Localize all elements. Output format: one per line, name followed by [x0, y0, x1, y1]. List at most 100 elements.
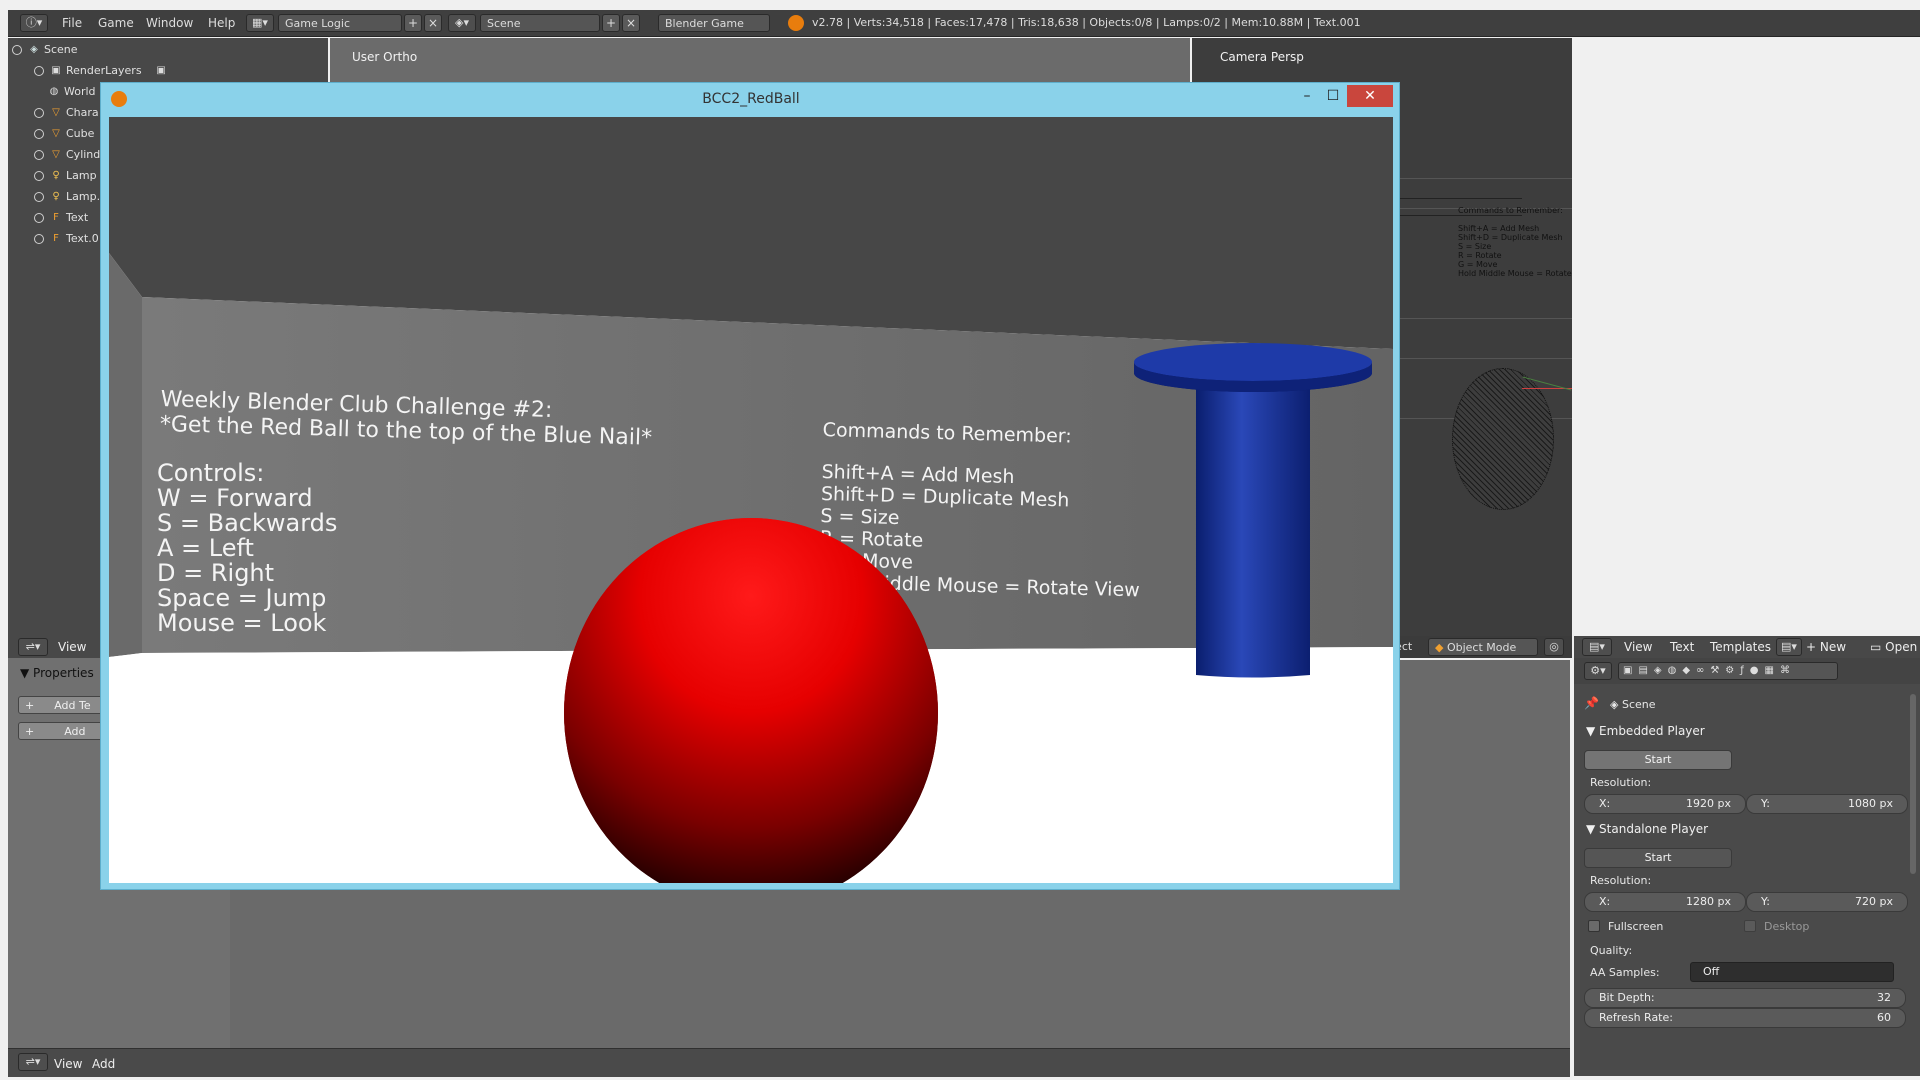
maximize-button[interactable]: ☐: [1321, 85, 1345, 107]
editor-type-icon[interactable]: ⇌▾: [18, 638, 48, 656]
add-scene-button[interactable]: +: [602, 14, 620, 32]
collapse-arrow-icon: ▼: [1586, 724, 1600, 738]
tree-item-object[interactable]: F Text: [34, 208, 88, 228]
editor-type-icon[interactable]: ⚙▾: [1584, 662, 1612, 680]
remove-layout-button[interactable]: ×: [424, 14, 442, 32]
bottom-header: ⇌▾ View Add: [8, 1048, 1570, 1077]
expand-icon[interactable]: [34, 129, 44, 139]
pin-icon[interactable]: 📌: [1584, 696, 1599, 710]
embedded-player-header[interactable]: ▼ Embedded Player: [1586, 724, 1705, 738]
resolution-label: Resolution:: [1590, 874, 1652, 887]
scene-icon[interactable]: ◈▾: [448, 14, 476, 32]
aa-samples-dropdown[interactable]: Off: [1690, 962, 1894, 982]
tree-item-scene[interactable]: ◈ Scene: [12, 40, 78, 60]
tree-item-world[interactable]: ◍ World: [48, 82, 96, 102]
properties-header[interactable]: ▼ Properties: [20, 666, 94, 680]
expand-icon[interactable]: [34, 150, 44, 160]
text-menu[interactable]: Text: [1670, 640, 1694, 654]
expand-icon[interactable]: [34, 108, 44, 118]
quality-label: Quality:: [1590, 944, 1633, 957]
expand-icon[interactable]: [34, 213, 44, 223]
add-menu[interactable]: Add: [92, 1057, 115, 1071]
plus-icon: +: [25, 725, 35, 738]
embedded-res-y-field[interactable]: Y: 1080 px: [1746, 794, 1908, 814]
screen-layout-icon[interactable]: ▦▾: [246, 14, 274, 32]
tree-item-object[interactable]: ▽ Cube: [34, 124, 94, 144]
ball-occluder: [564, 518, 938, 883]
mesh-icon: ▽: [52, 128, 60, 139]
lamp-icon: ♀: [52, 191, 60, 202]
menu-game[interactable]: Game: [98, 16, 134, 30]
open-text-button[interactable]: ▭ Open: [1870, 640, 1917, 654]
aa-samples-label: AA Samples:: [1590, 966, 1660, 979]
expand-icon[interactable]: [34, 192, 44, 202]
expand-icon[interactable]: [12, 45, 22, 55]
folder-icon: ▭: [1870, 640, 1886, 654]
refresh-rate-field[interactable]: Refresh Rate: 60: [1584, 1008, 1906, 1028]
embedded-res-x-field[interactable]: X: 1920 px: [1584, 794, 1746, 814]
mesh-icon: ▽: [52, 107, 60, 118]
expand-icon[interactable]: [34, 234, 44, 244]
menu-window[interactable]: Window: [146, 16, 193, 30]
standalone-player-header[interactable]: ▼ Standalone Player: [1586, 822, 1708, 836]
renderlayers-icon: ▣: [51, 65, 61, 76]
text-browse-icon[interactable]: ▤▾: [1776, 638, 1802, 656]
menu-help[interactable]: Help: [208, 16, 235, 30]
tree-item-object[interactable]: ♀ Lamp.: [34, 187, 100, 207]
mini-commands-text: Commands to Remember: Shift+A = Add Mesh S…: [1458, 206, 1572, 278]
wireframe-sphere: [1452, 368, 1554, 510]
fullscreen-checkbox[interactable]: [1588, 920, 1600, 932]
standalone-res-y-field[interactable]: Y: 720 px: [1746, 892, 1908, 912]
tree-item-object[interactable]: ♀ Lamp: [34, 166, 97, 186]
game-player-window: BCC2_RedBall – ☐ ✕ Weekly Blender Club C…: [100, 82, 1400, 890]
blender-logo-icon: [788, 15, 804, 31]
info-editor-type-button[interactable]: ⓘ▾: [20, 14, 48, 32]
text-icon: F: [53, 233, 59, 244]
collapse-arrow-icon: ▼: [1586, 822, 1600, 836]
screen-layout-dropdown[interactable]: Game Logic: [278, 14, 402, 32]
editor-type-icon[interactable]: ⇌▾: [18, 1053, 48, 1071]
properties-context-tabs[interactable]: ▣▤◈◍◆∞⚒⚙ƒ●▦⌘: [1618, 662, 1838, 680]
add-layout-button[interactable]: +: [404, 14, 422, 32]
minimize-button[interactable]: –: [1295, 85, 1319, 107]
viewport-label: Camera Persp: [1220, 50, 1304, 64]
object-mode-icon: ◆: [1435, 641, 1447, 654]
desktop-checkbox[interactable]: [1744, 920, 1756, 932]
renderlayer-toggle-icon[interactable]: ▣: [155, 65, 167, 77]
window-title: BCC2_RedBall: [702, 91, 800, 107]
bit-depth-field[interactable]: Bit Depth: 32: [1584, 988, 1906, 1008]
world-icon: ◍: [49, 86, 59, 97]
editor-type-icon[interactable]: ▤▾: [1582, 638, 1612, 656]
render-engine-dropdown[interactable]: Blender Game: [658, 14, 770, 32]
expand-icon[interactable]: [34, 171, 44, 181]
standalone-res-x-field[interactable]: X: 1280 px: [1584, 892, 1746, 912]
tree-item-object[interactable]: ▽ Cylind: [34, 145, 100, 165]
viewport-shading-icon[interactable]: ◎: [1544, 638, 1564, 656]
context-path: ◈ Scene: [1610, 698, 1656, 711]
close-button[interactable]: ✕: [1347, 85, 1393, 107]
templates-menu[interactable]: Templates: [1710, 640, 1771, 654]
plus-icon: +: [25, 699, 35, 712]
mesh-icon: ▽: [52, 149, 60, 160]
expand-icon[interactable]: [34, 66, 44, 76]
remove-scene-button[interactable]: ×: [622, 14, 640, 32]
view-menu[interactable]: View: [54, 1057, 82, 1071]
menu-file[interactable]: File: [62, 16, 82, 30]
embedded-start-button[interactable]: Start: [1584, 750, 1732, 770]
plus-icon: +: [1806, 640, 1820, 654]
object-mode-dropdown[interactable]: ◆ Object Mode: [1428, 638, 1538, 656]
tree-item-renderlayers[interactable]: ▣ RenderLayers ▣: [34, 61, 171, 81]
new-text-button[interactable]: + New: [1806, 640, 1846, 654]
properties-scrollbar[interactable]: [1910, 694, 1916, 874]
collapse-arrow-icon: ▼: [20, 666, 34, 680]
tree-item-object[interactable]: F Text.0: [34, 229, 99, 249]
viewport-label: User Ortho: [352, 50, 418, 64]
standalone-start-button[interactable]: Start: [1584, 848, 1732, 868]
view-menu[interactable]: View: [58, 640, 86, 654]
tree-item-object[interactable]: ▽ Chara: [34, 103, 99, 123]
desktop-label: Desktop: [1764, 920, 1810, 933]
scene-dropdown[interactable]: Scene: [480, 14, 600, 32]
game-render-canvas[interactable]: Weekly Blender Club Challenge #2: *Get th…: [109, 117, 1393, 883]
resolution-label: Resolution:: [1590, 776, 1652, 789]
view-menu[interactable]: View: [1624, 640, 1652, 654]
